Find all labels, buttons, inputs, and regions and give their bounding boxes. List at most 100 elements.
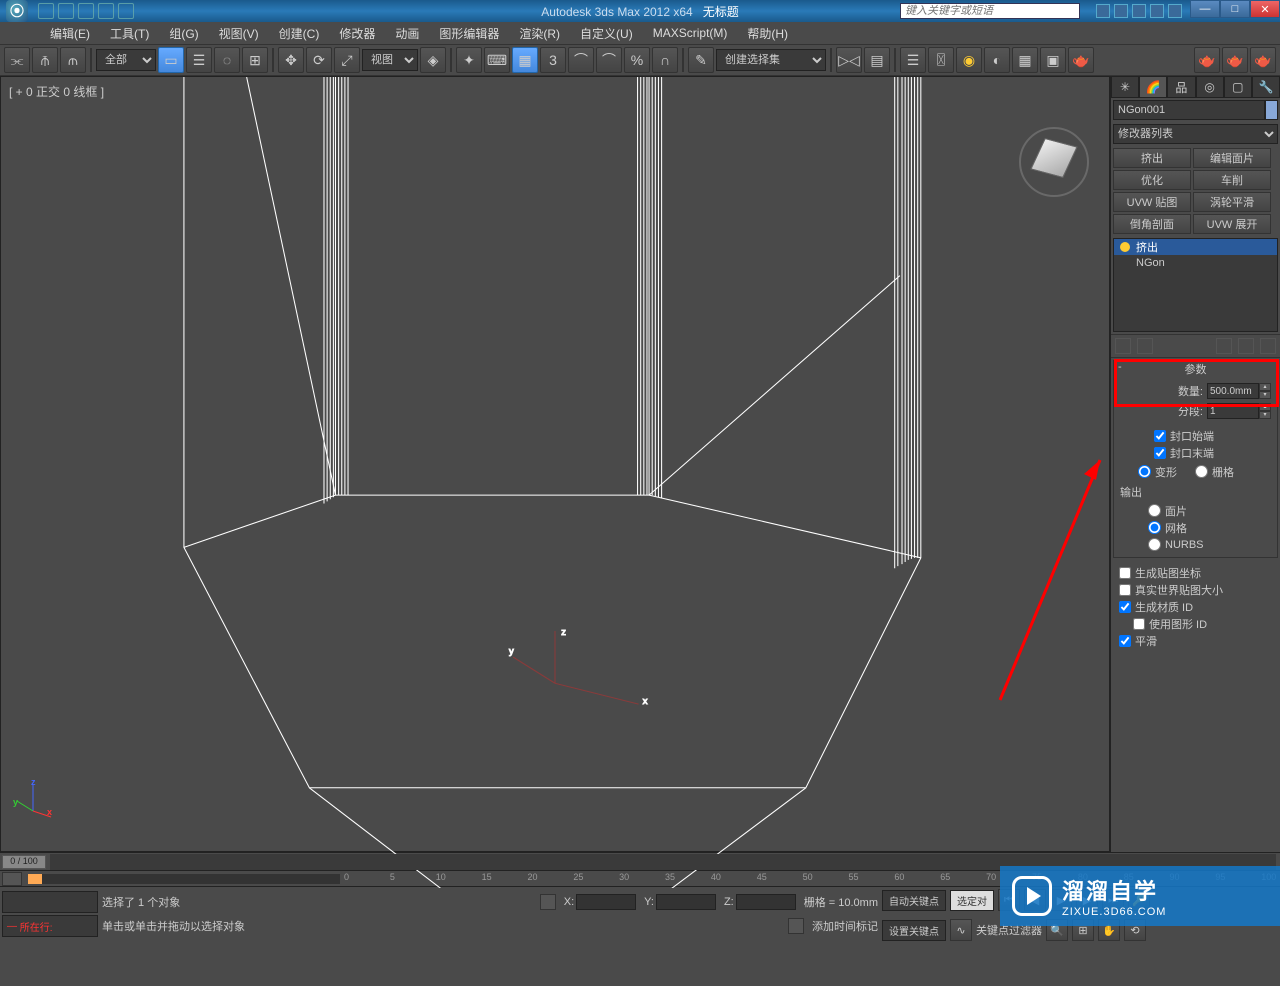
menu-help[interactable]: 帮助(H) (737, 22, 798, 45)
exchange-icon[interactable] (1132, 4, 1146, 18)
seg-down[interactable]: ▾ (1259, 411, 1271, 419)
app-icon[interactable]: ⦿ (6, 0, 28, 22)
help-icon[interactable] (1168, 4, 1182, 18)
move-icon[interactable]: ✥ (278, 47, 304, 73)
viewport[interactable]: [ + 0 正交 0 线框 ] (0, 76, 1110, 852)
output-patch-radio[interactable] (1148, 504, 1161, 517)
angle-snap-icon[interactable]: 3 (540, 47, 566, 73)
realworld-check[interactable] (1119, 584, 1131, 596)
menu-rendering[interactable]: 渲染(R) (509, 22, 570, 45)
seg-up[interactable]: ▴ (1259, 403, 1271, 411)
selset-display[interactable]: 选定对 (950, 890, 994, 911)
menu-create[interactable]: 创建(C) (269, 22, 330, 45)
lock-icon[interactable] (540, 894, 556, 910)
menu-edit[interactable]: 编辑(E) (40, 22, 100, 45)
coord-x[interactable] (576, 894, 636, 910)
cap-end-check[interactable] (1154, 447, 1166, 459)
tab-display[interactable]: ▢ (1224, 76, 1252, 98)
layers-icon[interactable]: ☰ (900, 47, 926, 73)
setkey-button[interactable]: 设置关键点 (882, 920, 946, 941)
tag-icon[interactable] (788, 918, 804, 934)
stack-item-ngon[interactable]: NGon (1114, 255, 1277, 271)
genmat-check[interactable] (1119, 601, 1131, 613)
teapot2-icon[interactable]: 🫖 (1222, 47, 1248, 73)
search-icon[interactable] (1096, 4, 1110, 18)
coord-y[interactable] (656, 894, 716, 910)
remove-mod-icon[interactable] (1238, 338, 1254, 354)
configure-icon[interactable] (1260, 338, 1276, 354)
pivot-icon[interactable]: ◈ (420, 47, 446, 73)
modifier-stack[interactable]: 挤出 NGon (1113, 238, 1278, 332)
script-mini[interactable] (2, 891, 98, 913)
percent-snap-icon[interactable]: ⌒ (568, 47, 594, 73)
teapot3-icon[interactable]: 🫖 (1250, 47, 1276, 73)
spinner-snap-icon[interactable]: ⌒ (596, 47, 622, 73)
mod-btn-editpatch[interactable]: 编辑面片 (1193, 148, 1271, 168)
useshape-check[interactable] (1133, 618, 1145, 630)
menu-group[interactable]: 组(G) (159, 22, 208, 45)
bind-icon[interactable]: ⫙ (60, 47, 86, 73)
minimize-button[interactable]: — (1190, 0, 1220, 18)
amount-input[interactable] (1207, 383, 1259, 399)
coord-z[interactable] (736, 894, 796, 910)
subscription-icon[interactable] (1114, 4, 1128, 18)
mod-btn-uvwmap[interactable]: UVW 贴图 (1113, 192, 1191, 212)
autokey-button[interactable]: 自动关键点 (882, 890, 946, 911)
named-sel-set[interactable]: 创建选择集 (716, 49, 826, 71)
open-icon[interactable] (58, 3, 74, 19)
viewcube[interactable] (1019, 127, 1089, 197)
menu-tools[interactable]: 工具(T) (100, 22, 159, 45)
render-icon[interactable]: 🫖 (1068, 47, 1094, 73)
mod-btn-lathe[interactable]: 车削 (1193, 170, 1271, 190)
select-region-icon[interactable]: ◌ (214, 47, 240, 73)
unlink-icon[interactable]: ⫚ (32, 47, 58, 73)
selection-filter[interactable]: 全部 (96, 49, 156, 71)
segments-input[interactable] (1207, 403, 1259, 419)
mirror-icon[interactable]: ▷◁ (836, 47, 862, 73)
amount-down[interactable]: ▾ (1259, 391, 1271, 399)
redo-icon[interactable] (118, 3, 134, 19)
select-name-icon[interactable]: ☰ (186, 47, 212, 73)
output-mesh-radio[interactable] (1148, 521, 1161, 534)
modifier-list[interactable]: 修改器列表 (1113, 124, 1278, 144)
tab-motion[interactable]: ◎ (1196, 76, 1224, 98)
scale-icon[interactable]: ⤢ (334, 47, 360, 73)
favorite-icon[interactable] (1150, 4, 1164, 18)
rotate-icon[interactable]: ⟳ (306, 47, 332, 73)
tab-hierarchy[interactable]: 品 (1167, 76, 1195, 98)
align-icon[interactable]: ▤ (864, 47, 890, 73)
mod-btn-optimize[interactable]: 优化 (1113, 170, 1191, 190)
pin-stack-icon[interactable] (1115, 338, 1131, 354)
percent-icon[interactable]: % (624, 47, 650, 73)
show-end-icon[interactable] (1137, 338, 1153, 354)
ref-coord[interactable]: 视图 (362, 49, 418, 71)
keyfilter-icon[interactable]: ∿ (950, 919, 972, 941)
menu-grapheditors[interactable]: 图形编辑器 (429, 22, 509, 45)
menu-customize[interactable]: 自定义(U) (570, 22, 643, 45)
grid-radio[interactable] (1195, 465, 1208, 478)
make-unique-icon[interactable] (1216, 338, 1232, 354)
keyboard-icon[interactable]: ⌨ (484, 47, 510, 73)
undo-icon[interactable] (98, 3, 114, 19)
morph-radio[interactable] (1138, 465, 1151, 478)
named-sel-edit-icon[interactable]: ✎ (688, 47, 714, 73)
save-icon[interactable] (78, 3, 94, 19)
genmap-check[interactable] (1119, 567, 1131, 579)
menu-animation[interactable]: 动画 (385, 22, 429, 45)
add-time-tag[interactable]: 添加时间标记 (812, 918, 878, 934)
tab-create[interactable]: ✳ (1111, 76, 1139, 98)
select-icon[interactable]: ▭ (158, 47, 184, 73)
material-icon[interactable]: ◐ (984, 47, 1010, 73)
stack-item-extrude[interactable]: 挤出 (1114, 239, 1277, 255)
tab-modify[interactable]: 🌈 (1139, 76, 1167, 98)
close-button[interactable]: ✕ (1250, 0, 1280, 18)
render-frame-icon[interactable]: ▣ (1040, 47, 1066, 73)
manipulate-icon[interactable]: ✦ (456, 47, 482, 73)
menu-maxscript[interactable]: MAXScript(M) (643, 23, 738, 43)
render-setup-icon[interactable]: ▦ (1012, 47, 1038, 73)
mod-btn-uvwunwrap[interactable]: UVW 展开 (1193, 214, 1271, 234)
teapot1-icon[interactable]: 🫖 (1194, 47, 1220, 73)
maximize-button[interactable]: □ (1220, 0, 1250, 18)
link-icon[interactable]: ⫘ (4, 47, 30, 73)
window-crossing-icon[interactable]: ⊞ (242, 47, 268, 73)
